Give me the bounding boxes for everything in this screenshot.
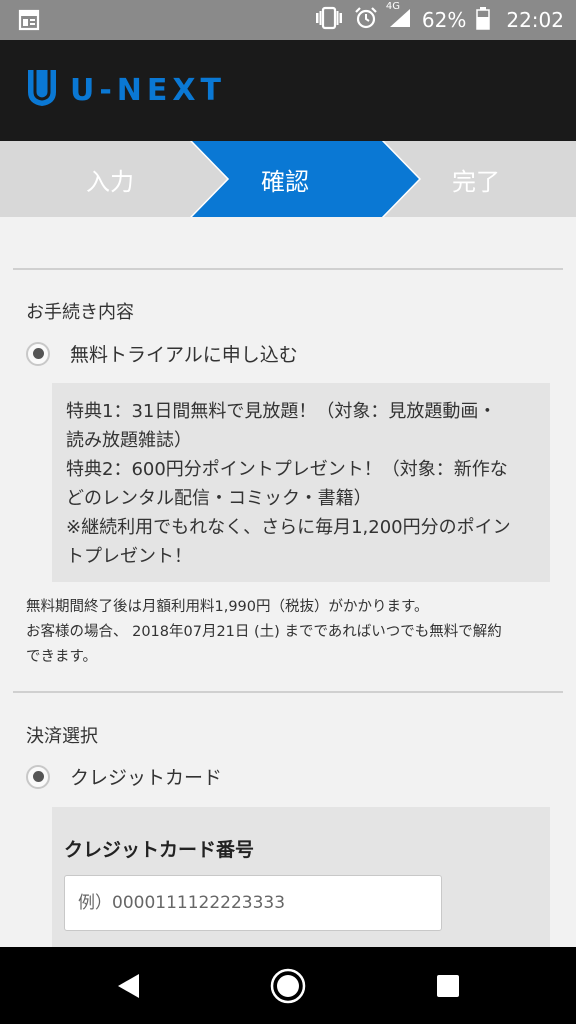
credit-card-option[interactable]: クレジットカード bbox=[26, 763, 222, 790]
benefit-line: トプレゼント！ bbox=[66, 546, 192, 567]
navigation-bar bbox=[0, 947, 576, 1024]
logo[interactable]: U-NEXT bbox=[26, 69, 226, 111]
benefit-box: 特典1：31日間無料で見放題！（対象：見放題動画・ 読み放題雑誌） 特典2：60… bbox=[52, 383, 550, 582]
note-line: お客様の場合、 2018年07月21日 (土) までであればいつでも無料で解約 bbox=[26, 624, 502, 640]
vibrate-icon bbox=[314, 6, 344, 35]
trial-option-label: 無料トライアルに申し込む bbox=[70, 344, 298, 366]
benefit-line: ※継続利用でもれなく、さらに毎月1,200円分のポイン bbox=[66, 517, 511, 538]
step-input: 入力 bbox=[86, 167, 134, 196]
trial-option[interactable]: 無料トライアルに申し込む bbox=[26, 340, 298, 367]
step-indicator: 入力 確認 完了 bbox=[0, 141, 576, 217]
alarm-icon bbox=[354, 6, 378, 35]
logo-text: U-NEXT bbox=[70, 72, 227, 108]
home-icon[interactable] bbox=[248, 947, 328, 1024]
benefit-line: どのレンタル配信・コミック・書籍） bbox=[66, 488, 372, 509]
step-confirm: 確認 bbox=[261, 167, 309, 196]
payment-title: 決済選択 bbox=[26, 726, 98, 747]
card-number-input[interactable] bbox=[64, 875, 442, 931]
credit-card-option-label: クレジットカード bbox=[70, 767, 223, 789]
battery-percentage: 62% bbox=[421, 8, 467, 32]
procedure-title: お手続き内容 bbox=[26, 302, 134, 323]
card-number-section: クレジットカード番号 bbox=[52, 807, 550, 947]
network-type: 4G bbox=[385, 0, 401, 12]
benefit-line: 特典2：600円分ポイントプレゼント！（対象：新作な bbox=[66, 459, 508, 480]
recents-icon[interactable] bbox=[408, 947, 488, 1024]
app-header: U-NEXT bbox=[0, 40, 576, 141]
step-complete: 完了 bbox=[452, 167, 500, 196]
note-line: 無料期間終了後は月額利用料1,990円（税抜）がかかります。 bbox=[26, 599, 429, 615]
trial-radio[interactable] bbox=[26, 341, 50, 366]
benefit-line: 読み放題雑誌） bbox=[66, 430, 192, 451]
shield-icon bbox=[26, 68, 58, 112]
status-bar: 4G 62% 22:02 bbox=[0, 0, 576, 40]
fee-note: 無料期間終了後は月額利用料1,990円（税抜）がかかります。 お客様の場合、 2… bbox=[26, 595, 556, 670]
divider bbox=[13, 268, 563, 270]
battery-icon bbox=[476, 6, 491, 35]
clock: 22:02 bbox=[506, 8, 564, 32]
benefit-line: 特典1：31日間無料で見放題！（対象：見放題動画・ bbox=[66, 401, 497, 422]
note-line: できます。 bbox=[26, 649, 98, 665]
divider bbox=[13, 691, 563, 693]
notification-icon bbox=[18, 9, 40, 31]
main-content: お手続き内容 無料トライアルに申し込む 特典1：31日間無料で見放題！（対象：見… bbox=[0, 217, 576, 947]
credit-card-radio[interactable] bbox=[26, 764, 50, 789]
back-icon[interactable] bbox=[88, 947, 168, 1024]
signal-icon: 4G bbox=[386, 1, 412, 34]
card-number-label: クレジットカード番号 bbox=[64, 839, 255, 861]
